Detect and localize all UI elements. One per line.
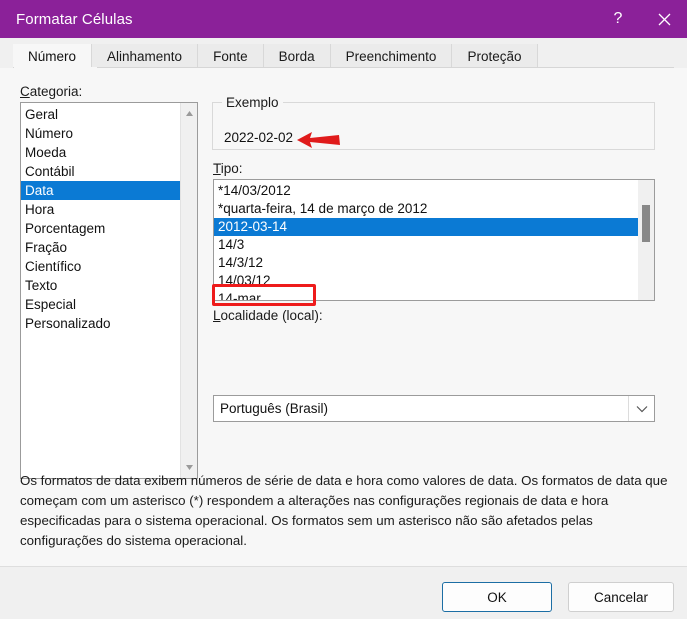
- tipo-list: *14/03/2012 *quarta-feira, 14 de março d…: [214, 182, 638, 300]
- list-item[interactable]: 14-mar: [214, 290, 638, 300]
- list-item[interactable]: 14/03/12: [214, 272, 638, 290]
- list-item-selected[interactable]: 2012-03-14: [214, 218, 638, 236]
- categoria-label: Categoria:: [20, 84, 83, 99]
- localidade-value: Português (Brasil): [220, 401, 329, 416]
- title-bar: Formatar Células ?: [0, 0, 687, 38]
- tab-strip: Número Alinhamento Fonte Borda Preenchim…: [0, 38, 687, 68]
- tipo-label-text: ipo:: [220, 161, 243, 176]
- localidade-label: Localidade (local):: [213, 308, 323, 323]
- list-item[interactable]: Hora: [21, 200, 180, 219]
- tab-alinhamento[interactable]: Alinhamento: [92, 44, 199, 68]
- list-item[interactable]: Contábil: [21, 162, 180, 181]
- close-icon[interactable]: [641, 0, 687, 38]
- question-mark-icon[interactable]: ?: [595, 0, 641, 38]
- number-tab-panel: Categoria: Geral Número Moeda Contábil D…: [0, 68, 687, 566]
- tipo-listbox[interactable]: *14/03/2012 *quarta-feira, 14 de março d…: [213, 179, 655, 301]
- list-item[interactable]: 14/3/12: [214, 254, 638, 272]
- scrollbar-thumb[interactable]: [642, 205, 650, 242]
- list-item[interactable]: Científico: [21, 257, 180, 276]
- ok-button[interactable]: OK: [442, 582, 552, 612]
- tab-preenchimento[interactable]: Preenchimento: [330, 44, 453, 68]
- tab-protecao[interactable]: Proteção: [452, 44, 538, 68]
- list-item[interactable]: Porcentagem: [21, 219, 180, 238]
- localidade-select[interactable]: Português (Brasil): [213, 395, 655, 422]
- localidade-label-text: ocalidade (local):: [220, 308, 323, 323]
- list-item[interactable]: Fração: [21, 238, 180, 257]
- list-item[interactable]: *quarta-feira, 14 de março de 2012: [214, 200, 638, 218]
- triangle-up-icon[interactable]: [181, 105, 197, 122]
- categoria-listbox[interactable]: Geral Número Moeda Contábil Data Hora Po…: [20, 102, 198, 479]
- categoria-list: Geral Número Moeda Contábil Data Hora Po…: [21, 105, 180, 333]
- exemplo-value: 2022-02-02: [224, 130, 294, 145]
- list-item[interactable]: *14/03/2012: [214, 182, 638, 200]
- tab-borda[interactable]: Borda: [263, 44, 331, 68]
- list-item[interactable]: Personalizado: [21, 314, 180, 333]
- tab-fonte[interactable]: Fonte: [198, 44, 264, 68]
- format-cells-dialog: Formatar Células ? Número Alinhamento Fo…: [0, 0, 687, 619]
- list-item[interactable]: 14/3: [214, 236, 638, 254]
- red-arrow-left-icon: [295, 130, 355, 150]
- tab-list: Número Alinhamento Fonte Borda Preenchim…: [13, 44, 538, 68]
- list-item[interactable]: Texto: [21, 276, 180, 295]
- categoria-scrollbar[interactable]: [180, 103, 197, 478]
- cancel-button[interactable]: Cancelar: [568, 582, 674, 612]
- window-title: Formatar Células: [16, 10, 133, 28]
- exemplo-legend: Exemplo: [222, 95, 283, 110]
- list-item[interactable]: Número: [21, 124, 180, 143]
- categoria-label-text: ategoria:: [29, 84, 83, 99]
- dialog-footer: OK Cancelar: [0, 566, 687, 619]
- tipo-label: Tipo:: [213, 161, 243, 176]
- chevron-down-icon[interactable]: [628, 396, 654, 421]
- list-item[interactable]: Geral: [21, 105, 180, 124]
- tipo-scrollbar[interactable]: [638, 180, 654, 300]
- list-item[interactable]: Especial: [21, 295, 180, 314]
- list-item[interactable]: Moeda: [21, 143, 180, 162]
- tab-numero[interactable]: Número: [13, 44, 93, 68]
- list-item-selected[interactable]: Data: [21, 181, 180, 200]
- description-text: Os formatos de data exibem números de sé…: [20, 473, 668, 548]
